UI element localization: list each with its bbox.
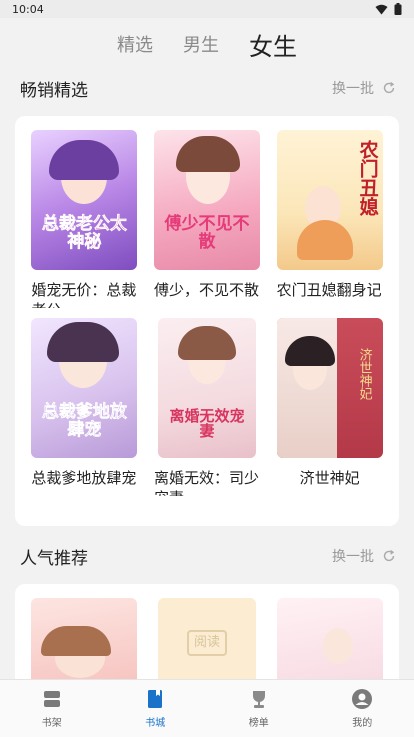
- cover-title: 总裁爹地放肆宠: [41, 402, 128, 441]
- book-title[interactable]: 济世神妃: [277, 468, 383, 496]
- cover-title: 总裁老公太神秘: [41, 214, 128, 253]
- tab-featured[interactable]: 精选: [117, 31, 153, 57]
- book-title[interactable]: 农门丑媳翻身记: [277, 280, 383, 308]
- cover-hair: [47, 322, 120, 362]
- cover-hair: [49, 140, 120, 180]
- book-item[interactable]: 总裁老公太神秘 婚宠无价：总裁老公: [29, 130, 140, 308]
- book-item[interactable]: 总裁爹地放肆宠 总裁爹地放肆宠: [29, 318, 140, 496]
- cover-title: 离婚无效宠妻: [169, 406, 245, 441]
- nav-bookshelf[interactable]: 书架: [17, 688, 87, 729]
- book-item[interactable]: 农门丑媳 农门丑媳翻身记: [274, 130, 385, 308]
- cover-title: 济世神妃: [356, 348, 372, 400]
- book-item[interactable]: 济世神妃 济世神妃: [274, 318, 385, 496]
- tab-male[interactable]: 男生: [183, 31, 219, 57]
- refresh-icon: [383, 82, 395, 94]
- book-cover[interactable]: 济世神妃: [276, 318, 383, 458]
- refresh-label: 换一批: [332, 549, 374, 565]
- status-icons: [375, 3, 402, 15]
- refresh-button[interactable]: 换一批: [332, 546, 396, 566]
- nav-label: 榜单: [248, 718, 269, 729]
- book-item[interactable]: 离婚无效宠妻 离婚无效：司少宠妻: [152, 318, 263, 496]
- book-store-icon: [148, 690, 163, 708]
- section-header-popular: 人气推荐 换一批: [0, 538, 414, 574]
- section-title: 畅销精选: [20, 80, 88, 101]
- cover-dress: [296, 220, 353, 260]
- book-cover[interactable]: 农门丑媳: [276, 130, 383, 270]
- category-tabs: 精选 男生 女生: [0, 18, 414, 70]
- book-cover[interactable]: 总裁爹地放肆宠: [31, 318, 138, 458]
- status-time: 10:04: [12, 2, 44, 16]
- battery-icon: [394, 3, 402, 15]
- cover-hair: [177, 326, 236, 360]
- book-item[interactable]: 傅少不见不散 傅少，不见不散: [152, 130, 263, 308]
- refresh-label: 换一批: [332, 81, 374, 97]
- nav-profile[interactable]: 我的: [327, 688, 397, 729]
- book-grid: 总裁老公太神秘 婚宠无价：总裁老公 傅少不见不散 傅少，不见不散 农门丑媳 农门…: [29, 130, 385, 496]
- bottom-nav: 书架 书城 榜单 我的: [0, 679, 414, 737]
- wifi-icon: [375, 4, 388, 14]
- section-header-bestsellers: 畅销精选 换一批: [0, 70, 414, 106]
- trophy-icon: [252, 691, 265, 708]
- nav-rankings[interactable]: 榜单: [224, 688, 294, 729]
- refresh-button[interactable]: 换一批: [332, 78, 396, 98]
- book-cover[interactable]: 离婚无效宠妻: [157, 318, 256, 458]
- bookshelf-icon: [43, 691, 60, 707]
- book-title[interactable]: 婚宠无价：总裁老公: [31, 280, 137, 308]
- nav-bookstore[interactable]: 书城: [120, 688, 190, 729]
- cover-hair: [41, 626, 112, 656]
- cover-illustration: [322, 628, 353, 664]
- cover-logo: 阅读: [186, 630, 227, 656]
- nav-label: 我的: [352, 718, 373, 729]
- status-bar: 10:04: [0, 0, 414, 18]
- cover-title: 农门丑媳: [356, 140, 379, 216]
- refresh-icon: [383, 550, 395, 562]
- book-title[interactable]: 总裁爹地放肆宠: [31, 468, 137, 496]
- nav-label: 书架: [41, 718, 62, 729]
- book-title[interactable]: 离婚无效：司少宠妻: [154, 468, 260, 496]
- tab-female[interactable]: 女生: [249, 27, 297, 62]
- cover-title: 傅少不见不散: [164, 214, 250, 253]
- book-title[interactable]: 傅少，不见不散: [154, 280, 260, 308]
- section-title: 人气推荐: [20, 548, 88, 569]
- book-cover[interactable]: 总裁老公太神秘: [31, 130, 138, 270]
- cover-hair: [175, 136, 240, 172]
- profile-icon: [352, 689, 373, 709]
- book-cover[interactable]: 傅少不见不散: [153, 130, 260, 270]
- bestsellers-card: 总裁老公太神秘 婚宠无价：总裁老公 傅少不见不散 傅少，不见不散 农门丑媳 农门…: [15, 116, 399, 526]
- nav-label: 书城: [145, 718, 166, 729]
